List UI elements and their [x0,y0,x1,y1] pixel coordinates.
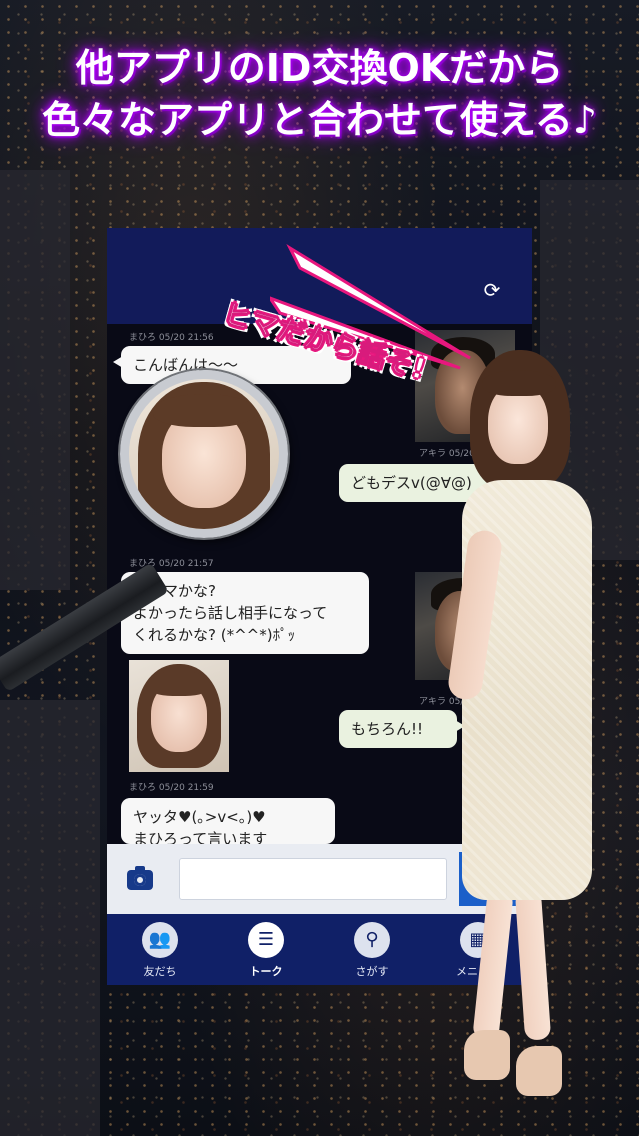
message-bubble: ヤッタ♥(｡>v<｡)♥ まひろって言います [121,798,335,844]
user-photo[interactable] [129,660,229,772]
building [0,700,100,1136]
camera-icon [127,866,153,890]
search-icon: ⚲ [354,922,390,958]
tab-search[interactable]: ⚲ さがす [319,914,425,985]
tab-label: 友だち [143,965,177,978]
headline-line-2: 色々なアプリと合わせて使える♪ [41,98,598,142]
message-meta: まひろ 05/20 21:56 [129,333,214,343]
building [0,170,70,590]
camera-button[interactable] [123,862,157,896]
message-input[interactable] [179,858,447,900]
headline-line-1: 他アプリのID交換OKだから [75,46,564,90]
headline: 他アプリのID交換OKだから 色々なアプリと合わせて使える♪ [0,42,639,146]
friends-icon: 👥 [142,922,178,958]
message-meta: まひろ 05/20 21:59 [129,783,214,793]
tab-talk[interactable]: ☰ トーク [213,914,319,985]
model-figure [440,350,610,1110]
magnifier-icon [120,370,288,538]
tab-label: さがす [355,965,389,978]
tab-label: トーク [249,965,283,978]
talk-icon: ☰ [248,922,284,958]
tab-friends[interactable]: 👥 友だち [107,914,213,985]
